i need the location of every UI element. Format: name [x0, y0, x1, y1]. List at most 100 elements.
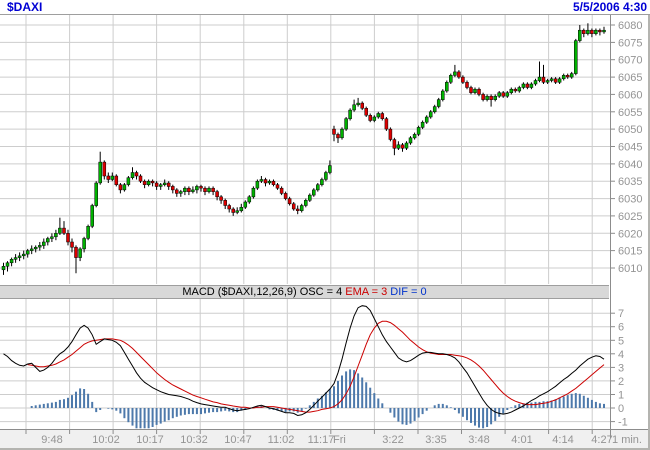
price-tick-label: 6010 — [618, 263, 642, 275]
candle — [441, 90, 445, 100]
candle — [489, 95, 493, 100]
candle — [17, 255, 22, 258]
price-tick-label: 6075 — [618, 37, 642, 49]
candle — [70, 241, 74, 248]
candle — [74, 246, 78, 258]
dif-histogram-bar — [530, 402, 533, 408]
price-tick-label: 6055 — [618, 107, 642, 119]
candle — [521, 83, 526, 88]
dif-histogram-bar — [54, 401, 57, 408]
dif-histogram-bar — [586, 397, 589, 408]
candle — [428, 111, 433, 118]
dif-histogram-bar — [63, 399, 65, 408]
candle — [235, 210, 239, 213]
candle — [324, 172, 328, 180]
dif-histogram-bar — [71, 395, 73, 408]
dif-histogram-bar — [147, 408, 150, 429]
dif-histogram-bar — [167, 408, 170, 421]
candle — [328, 165, 332, 173]
candle — [287, 198, 292, 205]
candle — [533, 80, 538, 85]
candle — [13, 257, 18, 260]
time-label: 11:02 — [268, 434, 295, 446]
candle — [549, 78, 554, 81]
candle — [344, 118, 348, 130]
candle — [497, 92, 501, 97]
dif-histogram-bar — [131, 408, 134, 426]
dif-histogram-bar — [542, 401, 545, 408]
candle — [58, 227, 62, 234]
candle — [545, 80, 550, 83]
candle — [509, 88, 514, 93]
candle — [90, 205, 94, 227]
candle — [9, 259, 14, 264]
dif-histogram-bar — [377, 398, 380, 408]
candle — [372, 116, 377, 121]
dif-histogram-bar — [574, 393, 577, 408]
candle — [557, 78, 562, 83]
dif-histogram-bar — [204, 408, 206, 414]
candle — [42, 241, 46, 246]
dif-histogram-bar — [34, 405, 37, 408]
macd-tick-label: 6 — [618, 322, 624, 334]
candle — [122, 184, 127, 191]
price-tick-label: 6050 — [618, 124, 642, 136]
candle — [263, 179, 268, 184]
price-tick-label: 6015 — [618, 246, 642, 258]
candle — [25, 250, 30, 255]
candle — [98, 161, 102, 184]
candle — [219, 196, 223, 201]
candle — [1, 266, 6, 271]
candle — [590, 29, 594, 34]
candle — [308, 194, 312, 201]
candle — [283, 193, 288, 199]
dif-histogram-bar — [67, 397, 69, 408]
dif-histogram-bar — [42, 403, 45, 408]
dif-histogram-bar — [441, 403, 444, 408]
candle — [231, 208, 235, 213]
datetime-label: 5/5/2006 4:30 — [572, 0, 647, 14]
dif-histogram-bar — [119, 408, 122, 414]
dif-histogram-bar — [38, 404, 41, 408]
dif-value-label: DIF = 0 — [390, 286, 427, 298]
candle — [348, 109, 352, 120]
candle — [275, 184, 280, 189]
candle — [537, 76, 542, 81]
candle — [457, 71, 461, 78]
time-label: 10:17 — [136, 434, 164, 446]
candle — [412, 134, 417, 139]
dif-histogram-bar — [381, 403, 384, 408]
candle — [384, 118, 389, 130]
candle — [477, 88, 481, 95]
candle — [408, 137, 413, 144]
time-label: 10:32 — [180, 434, 208, 446]
time-label: 4:01 — [511, 434, 532, 446]
candle — [465, 82, 469, 88]
candle — [259, 179, 264, 182]
ema-value-label: EMA = 3 — [345, 286, 388, 298]
candle — [501, 92, 505, 97]
candle — [134, 172, 139, 177]
candle — [561, 75, 566, 80]
dif-histogram-bar — [107, 408, 110, 409]
dif-histogram-bar — [389, 408, 392, 413]
time-label: 4:14 — [552, 434, 573, 446]
candle — [517, 87, 522, 92]
candle — [179, 191, 183, 194]
candle — [598, 29, 602, 33]
candle — [158, 184, 163, 187]
candle — [541, 76, 546, 83]
dif-histogram-bar — [498, 408, 501, 417]
candle — [82, 238, 86, 250]
candle — [481, 94, 485, 100]
candle — [142, 180, 147, 185]
candle — [175, 189, 179, 194]
dif-histogram-bar — [220, 408, 223, 412]
time-label: 3:48 — [468, 434, 489, 446]
candle — [271, 180, 276, 185]
candle — [239, 207, 244, 212]
price-tick-label: 6060 — [618, 89, 642, 101]
dif-histogram-bar — [179, 408, 182, 416]
candle — [126, 177, 131, 185]
dif-histogram-bar — [183, 408, 186, 415]
